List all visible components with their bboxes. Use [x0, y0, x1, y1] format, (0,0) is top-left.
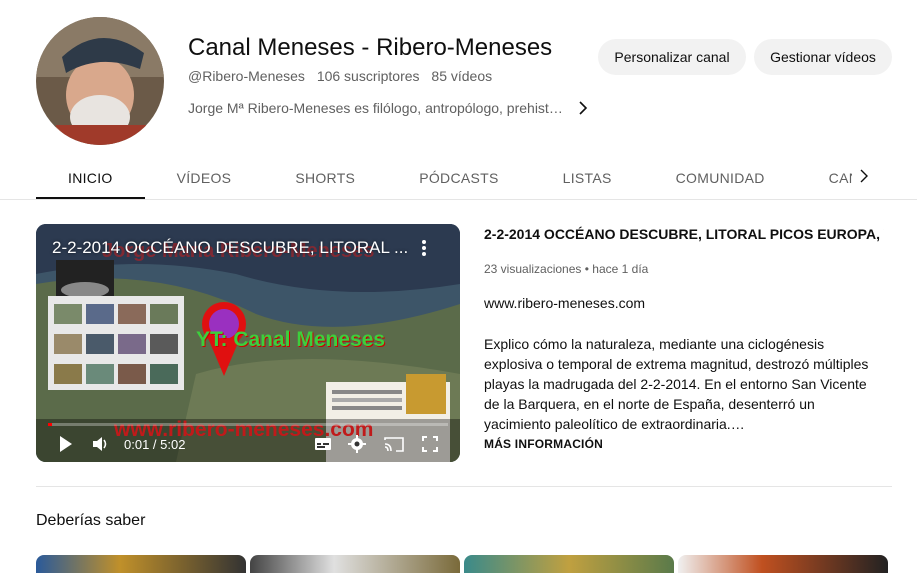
- chevron-right-icon[interactable]: [577, 101, 589, 115]
- channel-meta: @Ribero-Meneses 106 suscriptores 85 víde…: [188, 68, 492, 84]
- player-video-title[interactable]: 2-2-2014 OCCÉANO DESCUBRE, LITORAL ...: [52, 238, 408, 258]
- channel-handle: @Ribero-Meneses: [188, 68, 305, 84]
- channel-avatar[interactable]: [36, 17, 164, 145]
- video-overlay-brand: YT: Canal Meneses: [196, 328, 386, 351]
- tab-playlists[interactable]: LISTAS: [531, 155, 644, 200]
- video-thumbnail[interactable]: [464, 555, 674, 573]
- video-thumbnail[interactable]: [678, 555, 888, 573]
- view-count: 23 visualizaciones: [484, 262, 582, 276]
- tab-shorts[interactable]: SHORTS: [263, 155, 387, 200]
- more-info-link[interactable]: MÁS INFORMACIÓN: [484, 437, 603, 451]
- subtitles-icon[interactable]: [314, 434, 332, 454]
- section-divider: [36, 486, 892, 487]
- fullscreen-icon[interactable]: [422, 434, 438, 454]
- subscriber-count: 106 suscriptores: [316, 68, 420, 84]
- volume-icon[interactable]: [92, 434, 110, 454]
- settings-gear-icon[interactable]: [348, 434, 366, 454]
- more-vert-icon[interactable]: [416, 238, 432, 258]
- progress-fill: [48, 423, 52, 426]
- player-time: 0:01 / 5:02: [124, 437, 186, 452]
- channel-tabs: INICIO VÍDEOS SHORTS PÓDCASTS LISTAS COM…: [36, 155, 881, 200]
- tab-podcasts[interactable]: PÓDCASTS: [387, 155, 530, 200]
- video-count: 85 vídeos: [431, 68, 493, 84]
- thumbnail-row: [36, 555, 888, 573]
- channel-description[interactable]: Jorge Mª Ribero-Meneses es filólogo, ant…: [188, 100, 589, 116]
- tab-community[interactable]: COMUNIDAD: [644, 155, 797, 200]
- play-icon[interactable]: [58, 434, 74, 454]
- channel-description-text: Jorge Mª Ribero-Meneses es filólogo, ant…: [188, 100, 563, 116]
- featured-video-stats: 23 visualizaciones • hace 1 día: [484, 262, 648, 276]
- tab-videos[interactable]: VÍDEOS: [145, 155, 264, 200]
- tab-home[interactable]: INICIO: [36, 155, 145, 200]
- progress-bar[interactable]: [48, 423, 448, 426]
- tabs-divider: [0, 199, 917, 200]
- featured-video-url[interactable]: www.ribero-meneses.com: [484, 295, 645, 311]
- tabs-scroll-right-icon[interactable]: [852, 164, 876, 188]
- video-thumbnail[interactable]: [36, 555, 246, 573]
- featured-video-title[interactable]: 2-2-2014 OCCÉANO DESCUBRE, LITORAL PICOS…: [484, 226, 884, 242]
- upload-age: hace 1 día: [592, 262, 649, 276]
- section-title: Deberías saber: [36, 512, 146, 529]
- video-thumbnail[interactable]: [250, 555, 460, 573]
- featured-video-description: Explico cómo la naturaleza, mediante una…: [484, 336, 869, 432]
- cast-icon[interactable]: [384, 434, 404, 454]
- channel-title: Canal Meneses - Ribero-Meneses: [188, 34, 553, 61]
- manage-videos-button[interactable]: Gestionar vídeos: [754, 39, 892, 75]
- featured-video-player[interactable]: Jorge María Ribero-Meneses 2-2-2014 OCCÉ…: [36, 224, 460, 462]
- customize-channel-button[interactable]: Personalizar canal: [598, 39, 746, 75]
